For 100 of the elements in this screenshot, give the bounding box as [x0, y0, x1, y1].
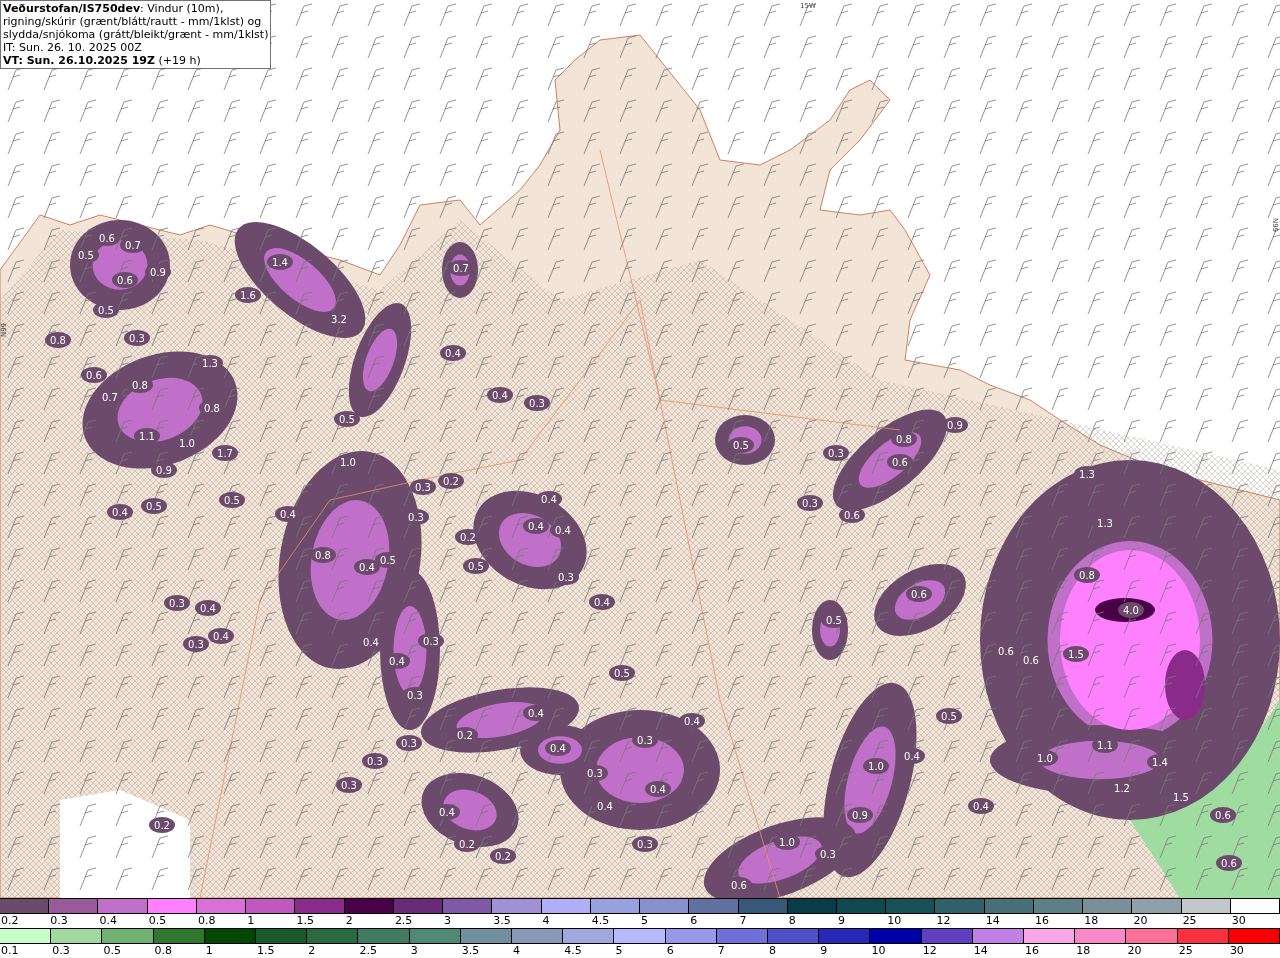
contour-label: 0.5 [468, 561, 484, 572]
legend-label: 4 [541, 914, 550, 928]
legend-label: 0.8 [153, 944, 173, 958]
legend-label: 4.5 [563, 944, 582, 958]
contour-label: 0.2 [154, 820, 170, 831]
contour-label: 0.4 [213, 631, 229, 642]
contour-label: 0.6 [998, 646, 1014, 657]
contour-label: 0.7 [102, 392, 118, 403]
legend-label: 0.3 [51, 944, 70, 958]
contour-label: 0.2 [457, 730, 473, 741]
contour-label: 0.2 [495, 851, 511, 862]
contour-label: 0.5 [98, 305, 114, 316]
contour-label: 0.4 [594, 597, 610, 608]
legend-label: 25 [1177, 944, 1193, 958]
legend-label: 0.8 [196, 914, 216, 928]
contour-label: 0.3 [529, 398, 545, 409]
contour-label: 1.0 [779, 837, 795, 848]
contour-label: 0.3 [558, 572, 574, 583]
contour-label: 0.3 [408, 512, 424, 523]
legend-label: 3.5 [460, 944, 480, 958]
legend-label: 1.5 [295, 914, 314, 928]
contour-label: 0.8 [896, 434, 912, 445]
contour-label: 0.4 [650, 784, 666, 795]
contour-label: 0.8 [204, 403, 220, 414]
contour-label: 1.5 [1173, 792, 1189, 803]
contour-label: 4.0 [1123, 605, 1139, 616]
contour-label: 0.6 [844, 510, 860, 521]
contour-label: 1.5 [1068, 649, 1084, 660]
contour-label: 0.9 [156, 465, 172, 476]
contour-label: 0.5 [339, 414, 355, 425]
legend-label: 12 [921, 944, 937, 958]
contour-label: 1.3 [1097, 518, 1113, 529]
contour-label: 0.6 [731, 880, 747, 891]
legend-label: 7 [738, 914, 747, 928]
legend-label: 9 [819, 944, 828, 958]
contour-label: 0.3 [188, 639, 204, 650]
contour-label: 0.6 [911, 589, 927, 600]
contour-label: 0.9 [150, 267, 166, 278]
legend-label: 4.5 [590, 914, 610, 928]
contour-label: 0.3 [637, 735, 653, 746]
contour-label: 0.3 [637, 839, 653, 850]
contour-label: 0.3 [820, 849, 836, 860]
contour-label: 3.2 [331, 314, 347, 325]
legend-label: 20 [1126, 944, 1142, 958]
legend-label: 1 [204, 944, 213, 958]
contour-label: 0.4 [541, 494, 557, 505]
legend-label: 25 [1181, 914, 1197, 928]
legend-label: 16 [1033, 914, 1049, 928]
contour-label: 0.6 [86, 370, 102, 381]
legend-label: 10 [870, 944, 886, 958]
contour-label: 0.4 [528, 521, 544, 532]
contour-label: 1.4 [272, 257, 288, 268]
contour-label: 0.5 [733, 440, 749, 451]
legend-label: 0.1 [0, 944, 19, 958]
contour-label: 0.4 [684, 716, 700, 727]
contour-label: 0.4 [363, 637, 379, 648]
info-text: Veðurstofan/IS750dev: Vindur (10m), [3, 2, 225, 15]
contour-label: 0.4 [445, 348, 461, 359]
contour-label: 1.3 [1079, 469, 1095, 480]
info-text: slydda/snjókoma (grátt/bleikt/grænt - mm/1klst) [3, 28, 269, 41]
contour-label: 0.4 [200, 603, 216, 614]
contour-label: 1.0 [1037, 753, 1053, 764]
legend-label: 3.5 [492, 914, 511, 928]
contour-label: 0.4 [492, 390, 508, 401]
contour-label: 0.4 [973, 801, 989, 812]
contour-label: 1.1 [1097, 740, 1113, 751]
info-text: VT: Sun. 26.10.2025 19Z (+19 h) [3, 54, 202, 67]
contour-label: 1.7 [217, 448, 233, 459]
legend-label: 4 [512, 944, 521, 958]
contour-label: 0.9 [947, 420, 963, 431]
contour-label: 0.5 [941, 711, 957, 722]
contour-label: 0.7 [453, 263, 469, 274]
legend-label: 6 [689, 914, 698, 928]
legend-label: 2 [344, 914, 353, 928]
contour-label: 0.6 [892, 457, 908, 468]
legend-label: 0.5 [147, 914, 167, 928]
legend-label: 8 [787, 914, 796, 928]
legend-label: 9 [837, 914, 845, 928]
contour-label: 0.6 [99, 233, 115, 244]
legend-label: 14 [984, 914, 1000, 928]
contour-label: 0.3 [367, 756, 383, 767]
contour-label: 0.8 [132, 380, 148, 391]
legend-label: 0.5 [102, 944, 121, 958]
contour-label: 0.6 [1221, 858, 1237, 869]
legend-label: 18 [1075, 944, 1091, 958]
legend-label: 30 [1230, 914, 1246, 928]
contour-label: 0.3 [415, 482, 431, 493]
info-text: rigning/skúrir (grænt/blátt/rautt - mm/1klst) og [3, 15, 263, 28]
contour-label: 0.3 [401, 738, 417, 749]
legend-label: 20 [1132, 914, 1148, 928]
contour-label: 1.4 [1152, 757, 1168, 768]
contour-label: 0.5 [826, 615, 842, 626]
contour-label: 0.5 [78, 250, 94, 261]
contour-label: 0.5 [146, 501, 162, 512]
contour-label: 0.3 [341, 780, 357, 791]
contour-label: 0.8 [50, 335, 66, 346]
legend-label: 0.4 [98, 914, 117, 928]
contour-label: 0.8 [315, 550, 331, 561]
legend-label: 18 [1083, 914, 1099, 928]
contour-label: 0.3 [828, 448, 844, 459]
